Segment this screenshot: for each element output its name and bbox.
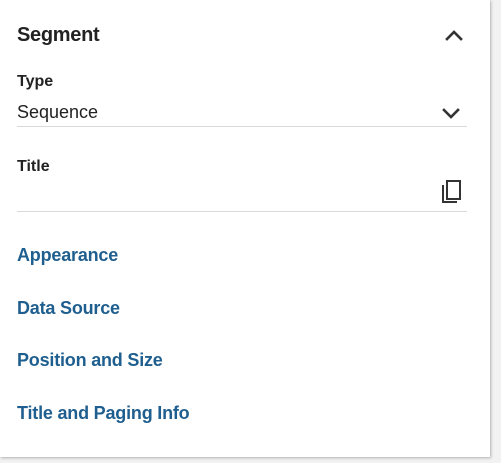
type-select[interactable]: Sequence bbox=[17, 99, 467, 127]
type-label: Type bbox=[17, 73, 54, 90]
copy-icon[interactable] bbox=[439, 178, 465, 206]
section-data-source[interactable]: Data Source bbox=[17, 298, 120, 319]
section-appearance[interactable]: Appearance bbox=[17, 245, 118, 266]
section-title-and-paging-info[interactable]: Title and Paging Info bbox=[17, 403, 190, 424]
title-input[interactable] bbox=[17, 176, 467, 212]
panel-title: Segment bbox=[17, 23, 100, 46]
segment-panel: Segment Type Sequence Title Appearance D… bbox=[0, 0, 490, 457]
type-select-value: Sequence bbox=[17, 102, 99, 122]
chevron-down-icon[interactable] bbox=[439, 101, 463, 125]
chevron-up-icon[interactable] bbox=[442, 23, 466, 47]
title-label: Title bbox=[17, 158, 50, 175]
section-position-and-size[interactable]: Position and Size bbox=[17, 350, 163, 371]
panel-header[interactable]: Segment bbox=[17, 18, 466, 52]
